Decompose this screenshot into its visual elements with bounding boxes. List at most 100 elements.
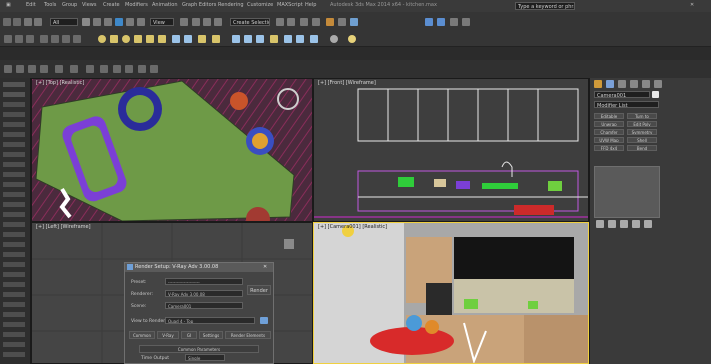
modifier-button-editable[interactable]: Editable [594, 113, 624, 119]
left-tool-row[interactable] [3, 282, 25, 287]
dialog-title[interactable]: Render Setup: V-Ray Adv 3.00.08 [125, 263, 273, 272]
view-cube-icon[interactable] [150, 65, 158, 73]
snap-icon[interactable] [192, 18, 200, 26]
sphere-icon[interactable] [98, 35, 106, 43]
left-tool-row[interactable] [3, 102, 25, 107]
left-tool-row[interactable] [3, 192, 25, 197]
menu-group[interactable]: Group [62, 2, 77, 8]
left-tool-row[interactable] [3, 232, 25, 237]
unlink-icon[interactable] [34, 18, 42, 26]
left-tool-row[interactable] [3, 112, 25, 117]
tab-vray[interactable]: V-Ray [157, 331, 179, 339]
object-paint-icon[interactable] [40, 65, 48, 73]
left-tool-row[interactable] [3, 92, 25, 97]
modifier-button-unwrap[interactable]: Unwrap [594, 121, 624, 127]
left-tool-row[interactable] [3, 82, 25, 87]
spacewarp-icon[interactable] [212, 35, 220, 43]
shell-icon[interactable] [270, 35, 278, 43]
hierarchy-tab-icon[interactable] [618, 80, 626, 88]
modifier-button-edit-poly[interactable]: Edit Poly [627, 121, 657, 127]
close-icon[interactable]: ✕ [263, 264, 267, 270]
turbosmooth-icon[interactable] [330, 35, 338, 43]
left-tool-row[interactable] [3, 332, 25, 337]
left-tool-row[interactable] [3, 182, 25, 187]
mirror-icon[interactable] [276, 18, 284, 26]
align-icon[interactable] [287, 18, 295, 26]
layer-icon[interactable] [300, 18, 308, 26]
selection-icon[interactable] [28, 65, 36, 73]
pivot-icon[interactable] [180, 18, 188, 26]
hide-icon[interactable] [86, 65, 94, 73]
modify-tab-icon[interactable] [606, 80, 614, 88]
left-tool-row[interactable] [3, 212, 25, 217]
selection-filter-select[interactable]: All [50, 18, 78, 26]
common-parameters-rollout[interactable]: Common Parameters [139, 345, 259, 353]
tab-gi[interactable]: GI [181, 331, 197, 339]
close-icon[interactable]: ✕ [690, 2, 694, 8]
menu-rendering[interactable]: Rendering [218, 2, 244, 8]
vray-light-icon[interactable] [450, 18, 458, 26]
light-icon[interactable] [172, 35, 180, 43]
menu-graph-editors[interactable]: Graph Editors [182, 2, 216, 8]
rotate-icon[interactable] [126, 18, 134, 26]
create-tab-icon[interactable] [594, 80, 602, 88]
render-button[interactable]: Render [247, 285, 271, 295]
left-tool-row[interactable] [3, 292, 25, 297]
left-tool-row[interactable] [3, 352, 25, 357]
view-to-render-select[interactable]: Quad 4 - Top [165, 317, 255, 324]
graphite-icon[interactable] [4, 65, 12, 73]
grow-icon[interactable] [62, 35, 70, 43]
render-setup-icon[interactable] [338, 18, 346, 26]
viewport-top[interactable]: [+] [Top] [Realistic] [31, 78, 313, 222]
move-icon[interactable] [115, 18, 123, 26]
freeze-icon[interactable] [100, 65, 108, 73]
motion-tab-icon[interactable] [630, 80, 638, 88]
undo-icon[interactable] [3, 18, 11, 26]
modifier-button-ffd[interactable]: FFD 4x4 [594, 145, 624, 151]
modifier-button-bend[interactable]: Bend [627, 145, 657, 151]
taper-icon[interactable] [256, 35, 264, 43]
teapot-icon[interactable] [146, 35, 154, 43]
left-tool-row[interactable] [3, 312, 25, 317]
left-tool-row[interactable] [3, 222, 25, 227]
viewport-label[interactable]: [+] [Top] [Realistic] [36, 80, 84, 86]
object-name-field[interactable]: Camera001 [594, 91, 650, 98]
shade-icon[interactable] [138, 65, 146, 73]
scale-icon[interactable] [137, 18, 145, 26]
select-by-name-icon[interactable] [93, 18, 101, 26]
menu-modifiers[interactable]: Modifiers [125, 2, 148, 8]
left-tool-row[interactable] [3, 252, 25, 257]
remove-modifier-icon[interactable] [632, 220, 640, 228]
ffd-icon[interactable] [310, 35, 318, 43]
show-end-result-icon[interactable] [608, 220, 616, 228]
poly-tool-icon[interactable] [4, 35, 12, 43]
modifier-button-chamfer[interactable]: Chamfer [594, 129, 624, 135]
viewport-label[interactable]: [+] [Camera001] [Realistic] [318, 224, 387, 230]
reference-coordinate-select[interactable]: View [150, 18, 174, 26]
menu-tools[interactable]: Tools [44, 2, 56, 8]
viewport-label[interactable]: [+] [Left] [Wireframe] [36, 224, 91, 230]
cylinder-icon[interactable] [122, 35, 130, 43]
object-color-swatch[interactable] [652, 91, 659, 98]
vray-frame-buffer-icon[interactable] [425, 18, 433, 26]
left-tool-row[interactable] [3, 172, 25, 177]
display-tab-icon[interactable] [642, 80, 650, 88]
app-menu-icon[interactable]: ▣ [6, 2, 11, 8]
tab-render-elements[interactable]: Render Elements [225, 331, 271, 339]
vertex-tool-icon[interactable] [26, 35, 34, 43]
twist-icon[interactable] [244, 35, 252, 43]
loop-icon[interactable] [40, 35, 48, 43]
menu-views[interactable]: Views [82, 2, 96, 8]
left-tool-row[interactable] [3, 302, 25, 307]
make-unique-icon[interactable] [620, 220, 628, 228]
pin-stack-icon[interactable] [596, 220, 604, 228]
redo-icon[interactable] [13, 18, 21, 26]
percent-snap-icon[interactable] [214, 18, 222, 26]
curve-editor-icon[interactable] [312, 18, 320, 26]
modifier-button-shell[interactable]: Shell [627, 137, 657, 143]
populate-icon[interactable] [55, 65, 63, 73]
left-tool-row[interactable] [3, 162, 25, 167]
tab-common[interactable]: Common [129, 331, 155, 339]
vray-sun-icon[interactable] [462, 18, 470, 26]
configure-modifier-icon[interactable] [644, 220, 652, 228]
